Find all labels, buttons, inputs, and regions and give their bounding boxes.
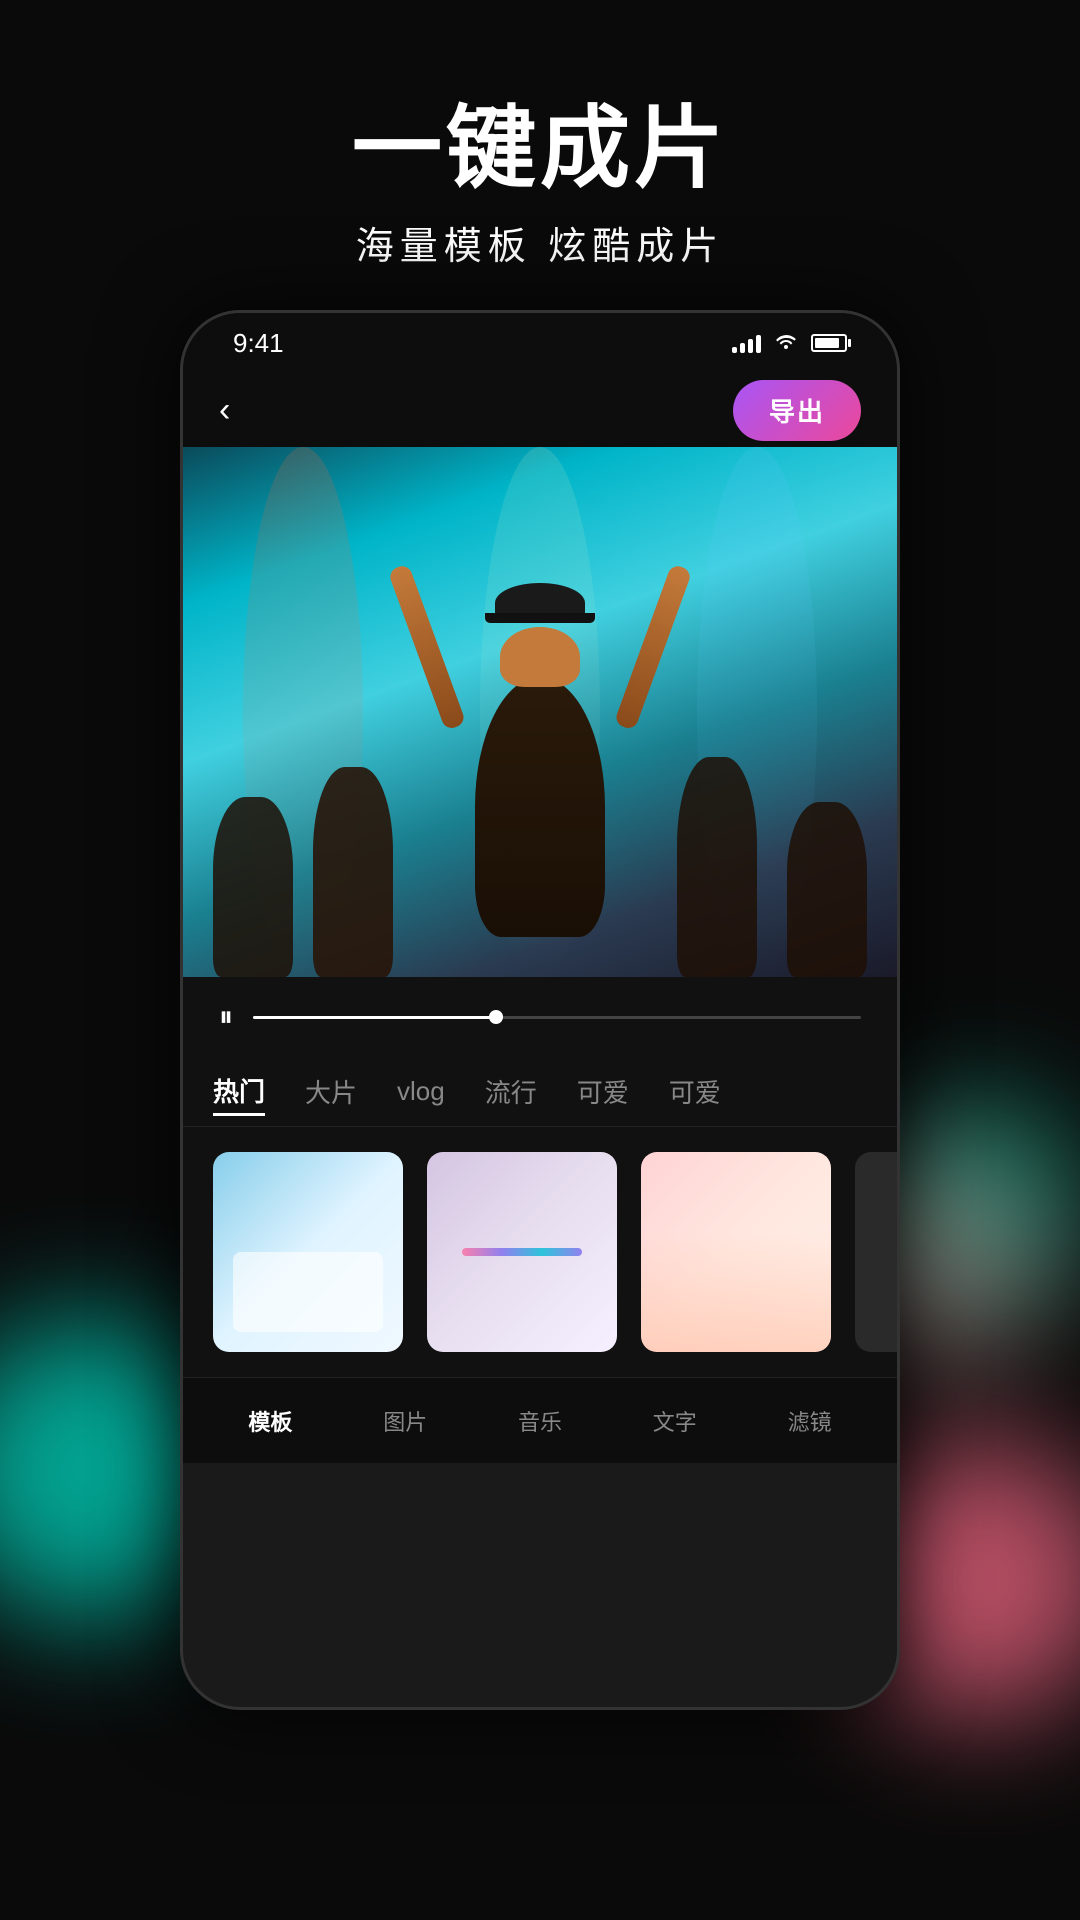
nav-item-filter[interactable]: 滤镜	[788, 1405, 832, 1437]
figure-head	[500, 627, 580, 687]
signal-bar-2	[740, 343, 745, 353]
crowd-person-1	[213, 797, 293, 977]
back-button[interactable]: ‹	[219, 391, 230, 430]
category-tab-cute1[interactable]: 可爱	[577, 1069, 629, 1114]
top-nav: ‹ 导出	[183, 373, 897, 447]
figure-cap	[495, 583, 585, 623]
crowd-person-4	[677, 757, 757, 977]
nav-item-photo[interactable]: 图片	[383, 1405, 427, 1437]
battery-icon	[811, 334, 847, 352]
main-figure	[475, 677, 605, 937]
timeline-progress	[253, 1016, 496, 1019]
category-tab-cute2[interactable]: 可爱	[669, 1069, 721, 1114]
bottom-nav: 模板 图片 音乐 文字 滤镜	[183, 1377, 897, 1463]
signal-bar-4	[756, 335, 761, 353]
play-pause-button[interactable]: ⏸	[219, 1001, 233, 1034]
crowd-person-3	[787, 802, 867, 977]
templates-row	[183, 1127, 897, 1377]
timeline-thumb[interactable]	[489, 1010, 503, 1024]
video-preview	[183, 447, 897, 977]
signal-icon	[732, 333, 761, 353]
figure-body	[475, 677, 605, 937]
crowd-layer	[183, 627, 897, 977]
nav-label-template: 模板	[248, 1405, 292, 1437]
nav-label-photo: 图片	[383, 1405, 427, 1437]
nav-label-text: 文字	[653, 1405, 697, 1437]
phone-mockup: 9:41 ‹ 导出	[180, 310, 900, 1710]
signal-bar-3	[748, 339, 753, 353]
signal-bar-1	[732, 347, 737, 353]
timeline-area: ⏸	[183, 977, 897, 1057]
crowd-person-2	[313, 767, 393, 977]
header-subtitle: 海量模板 炫酷成片	[0, 215, 1080, 270]
category-tab-vlog[interactable]: vlog	[397, 1072, 445, 1111]
header-title: 一键成片	[0, 100, 1080, 199]
status-icons	[732, 331, 847, 355]
figure-arm-right	[614, 563, 693, 730]
nav-item-text[interactable]: 文字	[653, 1405, 697, 1437]
category-tabs: 热门 大片 vlog 流行 可爱 可爱	[183, 1057, 897, 1127]
category-tab-popular[interactable]: 流行	[485, 1069, 537, 1114]
template-thumb-1[interactable]	[213, 1152, 403, 1352]
timeline-track[interactable]	[253, 1016, 861, 1019]
nav-item-music[interactable]: 音乐	[518, 1405, 562, 1437]
phone-frame: 9:41 ‹ 导出	[180, 310, 900, 1710]
template-thumb-4[interactable]	[855, 1152, 897, 1352]
wifi-icon	[775, 331, 797, 355]
category-tab-big[interactable]: 大片	[305, 1069, 357, 1114]
category-tab-hot[interactable]: 热门	[213, 1068, 265, 1116]
figure-arm-left	[388, 563, 467, 730]
header-section: 一键成片 海量模板 炫酷成片	[0, 100, 1080, 270]
nav-label-filter: 滤镜	[788, 1405, 832, 1437]
status-time: 9:41	[233, 328, 284, 359]
status-bar: 9:41	[183, 313, 897, 373]
export-button[interactable]: 导出	[733, 380, 861, 441]
nav-label-music: 音乐	[518, 1405, 562, 1437]
template-thumb-3[interactable]	[641, 1152, 831, 1352]
template-thumb-2[interactable]	[427, 1152, 617, 1352]
nav-item-template[interactable]: 模板	[248, 1405, 292, 1437]
